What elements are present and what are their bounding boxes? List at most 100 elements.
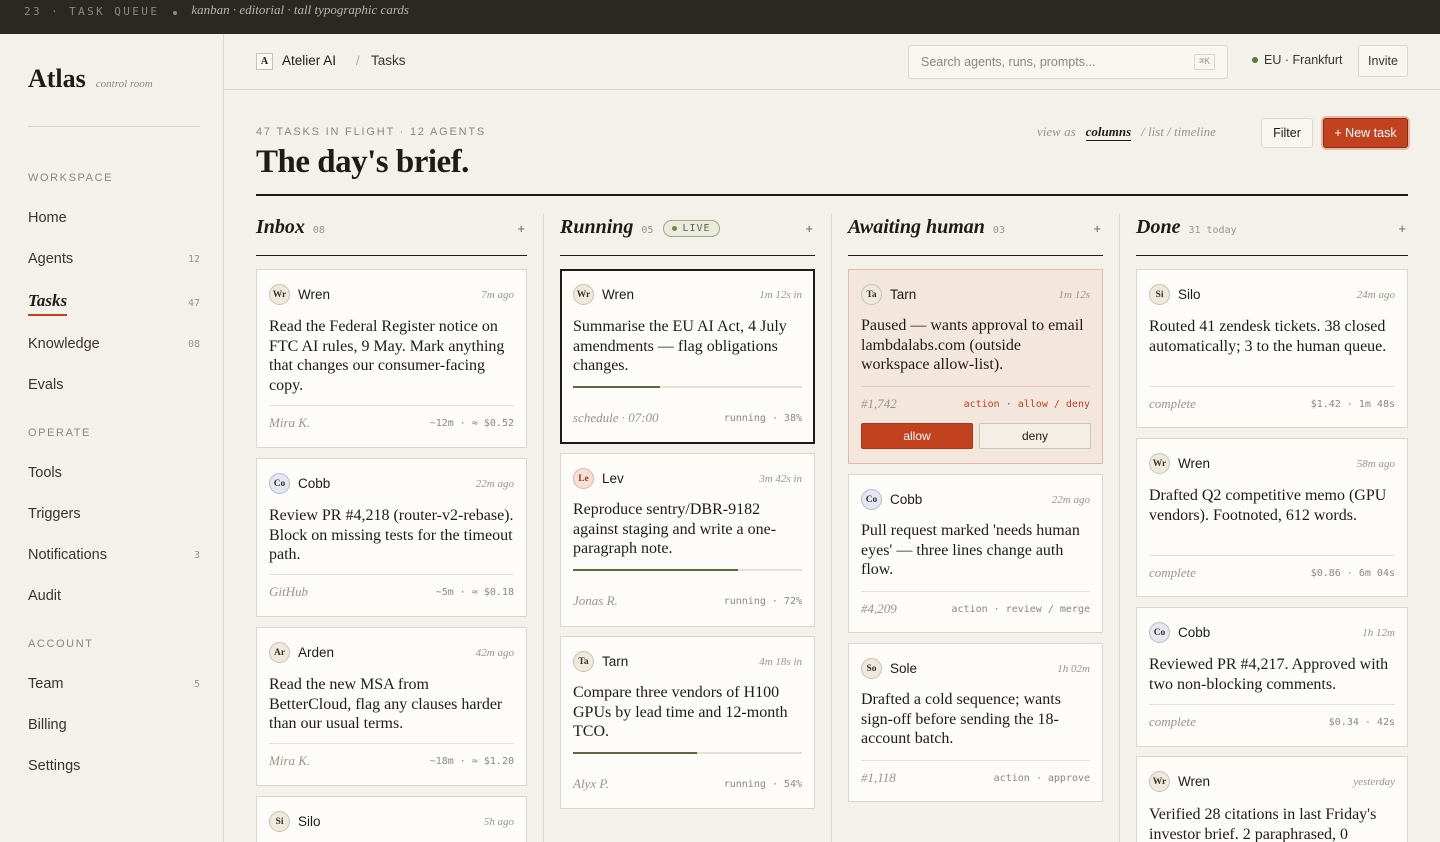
filter-button[interactable]: Filter	[1261, 118, 1313, 148]
agent-avatar: Ar	[269, 642, 290, 663]
task-time: 5h ago	[483, 815, 514, 828]
progress-bar	[573, 752, 802, 754]
task-time: 1h 02m	[1057, 662, 1090, 675]
task-footer: Mira K. ~12m · ≈ $0.52	[269, 405, 514, 431]
agent-name: Sole	[890, 661, 918, 676]
agent-avatar: So	[861, 658, 882, 679]
task-card[interactable]: So Sole 1h 02m Drafted a cold sequence; wa…	[848, 643, 1103, 802]
progress-fill	[573, 752, 697, 754]
task-card[interactable]: Co Cobb 1h 12m Reviewed PR #4,217. Approve…	[1136, 607, 1408, 747]
region-label: EU · Frankfurt	[1264, 53, 1343, 67]
progress-fill	[573, 386, 661, 388]
allow-button[interactable]: allow	[861, 423, 973, 449]
column-count: 31 today	[1188, 225, 1237, 236]
task-footer: #1,742 action · allow / deny	[861, 386, 1090, 412]
task-cost: $0.34 · 42s	[1328, 716, 1395, 728]
search-shortcut: ⌘K	[1194, 54, 1215, 70]
sidebar-item-billing[interactable]: Billing	[28, 717, 200, 733]
sidebar-item-triggers[interactable]: Triggers	[28, 506, 200, 522]
page-eyebrow: 47 TASKS IN FLIGHT · 12 AGENTS	[256, 126, 487, 138]
task-card[interactable]: Ar Arden 42m ago Read the new MSA from Bet…	[256, 627, 527, 786]
progress-fill	[573, 569, 738, 571]
task-card[interactable]: Le Lev 3m 42s in Reproduce sentry/DBR-9182…	[560, 453, 815, 627]
task-time: yesterday	[1353, 775, 1395, 788]
agent-name: Tarn	[602, 654, 629, 669]
workspace-badge[interactable]: A	[256, 53, 273, 70]
live-dot-icon	[672, 226, 678, 231]
sidebar-item-agents[interactable]: Agents 12	[28, 251, 200, 267]
brand[interactable]: Atlas control room	[28, 64, 153, 94]
task-footer: Jonas R. running · 72%	[573, 584, 802, 609]
sidebar-item-label: Triggers	[28, 506, 81, 522]
column-title: Inbox	[256, 216, 305, 238]
agent-name: Cobb	[298, 476, 331, 491]
sidebar-item-label: Tools	[28, 465, 62, 481]
task-state: complete	[1149, 714, 1196, 729]
region-selector[interactable]: EU · Frankfurt	[1252, 53, 1343, 67]
agent-avatar: Wr	[573, 284, 594, 305]
agent-avatar: Co	[861, 489, 882, 510]
agent-avatar: Ta	[861, 284, 882, 305]
invite-button[interactable]: Invite	[1358, 45, 1408, 77]
task-card[interactable]: Si Silo 24m ago Routed 41 zendesk tickets.…	[1136, 269, 1408, 428]
task-card[interactable]: Wr Wren 58m ago Drafted Q2 competitive mem…	[1136, 438, 1408, 597]
task-card[interactable]: Co Cobb 22m ago Review PR #4,218 (router-v…	[256, 458, 527, 617]
strip-dot	[173, 11, 178, 15]
agent-name: Lev	[602, 471, 624, 486]
sidebar-item-settings[interactable]: Settings	[28, 758, 200, 774]
task-card-approval[interactable]: Ta Tarn 1m 12s Paused — wants approval to …	[848, 269, 1103, 464]
view-columns[interactable]: columns	[1085, 124, 1132, 141]
task-action: action · allow / deny	[963, 398, 1090, 410]
agent-avatar: Le	[573, 468, 594, 489]
deny-button[interactable]: deny	[979, 423, 1091, 449]
sidebar-item-label: Knowledge	[28, 336, 100, 352]
add-task-icon[interactable]: +	[1398, 221, 1408, 236]
task-card-selected[interactable]: Wr Wren 1m 12s in Summarise the EU AI Act,…	[560, 269, 815, 444]
task-description: Drafted a cold sequence; wants sign-off …	[861, 691, 1061, 747]
sidebar-item-team[interactable]: Team 5	[28, 676, 200, 692]
agent-avatar: Wr	[269, 284, 290, 305]
sidebar-item-tools[interactable]: Tools	[28, 465, 200, 481]
strip-subtitle: kanban · editorial · tall typographic ca…	[191, 2, 409, 17]
task-time: 1h 12m	[1362, 626, 1395, 639]
sidebar-item-notifications[interactable]: Notifications 3	[28, 547, 200, 563]
breadcrumb-current[interactable]: Tasks	[371, 53, 406, 68]
new-task-button[interactable]: + New task	[1323, 118, 1408, 148]
sidebar-item-home[interactable]: Home	[28, 210, 200, 226]
task-id: #1,118	[861, 770, 896, 785]
add-task-icon[interactable]: +	[1093, 221, 1103, 236]
add-task-icon[interactable]: +	[517, 221, 527, 236]
task-card[interactable]: Si Silo 5h ago	[256, 796, 527, 842]
agent-avatar: Co	[1149, 622, 1170, 643]
task-card[interactable]: Wr Wren 7m ago Read the Federal Register n…	[256, 269, 527, 448]
view-other-options[interactable]: / list / timeline	[1141, 124, 1216, 140]
task-card[interactable]: Ta Tarn 4m 18s in Compare three vendors of…	[560, 636, 815, 809]
sidebar-item-evals[interactable]: Evals	[28, 377, 200, 393]
sidebar-item-tasks[interactable]: Tasks 47	[28, 291, 200, 316]
task-description: Summarise the EU AI Act, 4 July amendmen…	[573, 318, 787, 374]
sidebar-item-knowledge[interactable]: Knowledge 08	[28, 336, 200, 352]
task-description: Routed 41 zendesk tickets. 38 closed aut…	[1149, 318, 1387, 355]
brand-name: Atlas	[28, 64, 86, 93]
task-description: Reproduce sentry/DBR-9182 against stagin…	[573, 501, 777, 557]
task-description: Drafted Q2 competitive memo (GPU vendors…	[1149, 487, 1387, 524]
search-placeholder: Search agents, runs, prompts...	[921, 55, 1096, 69]
agent-avatar: Ta	[573, 651, 594, 672]
task-owner: Mira K.	[269, 753, 311, 768]
sidebar-item-audit[interactable]: Audit	[28, 588, 200, 604]
search-input[interactable]: Search agents, runs, prompts... ⌘K	[908, 45, 1228, 79]
task-time: 58m ago	[1356, 457, 1395, 470]
task-time: 24m ago	[1356, 288, 1395, 301]
task-estimate: ~18m · ≈ $1.20	[429, 755, 514, 767]
task-description: Paused — wants approval to email lambdal…	[861, 317, 1084, 373]
task-card[interactable]: Co Cobb 22m ago Pull request marked 'needs…	[848, 474, 1103, 633]
task-card[interactable]: Wr Wren yesterday Verified 28 citations in…	[1136, 756, 1408, 842]
sidebar-item-label: Evals	[28, 377, 64, 393]
workspace-name[interactable]: Atelier AI	[282, 53, 336, 68]
task-footer: schedule · 07:00 running · 38%	[573, 401, 802, 426]
task-owner: Mira K.	[269, 415, 311, 430]
view-as-label: view as	[1037, 124, 1076, 139]
add-task-icon[interactable]: +	[805, 221, 815, 236]
task-owner: Alyx P.	[573, 776, 609, 791]
task-footer: GitHub ~5m · ≈ $0.18	[269, 574, 514, 600]
